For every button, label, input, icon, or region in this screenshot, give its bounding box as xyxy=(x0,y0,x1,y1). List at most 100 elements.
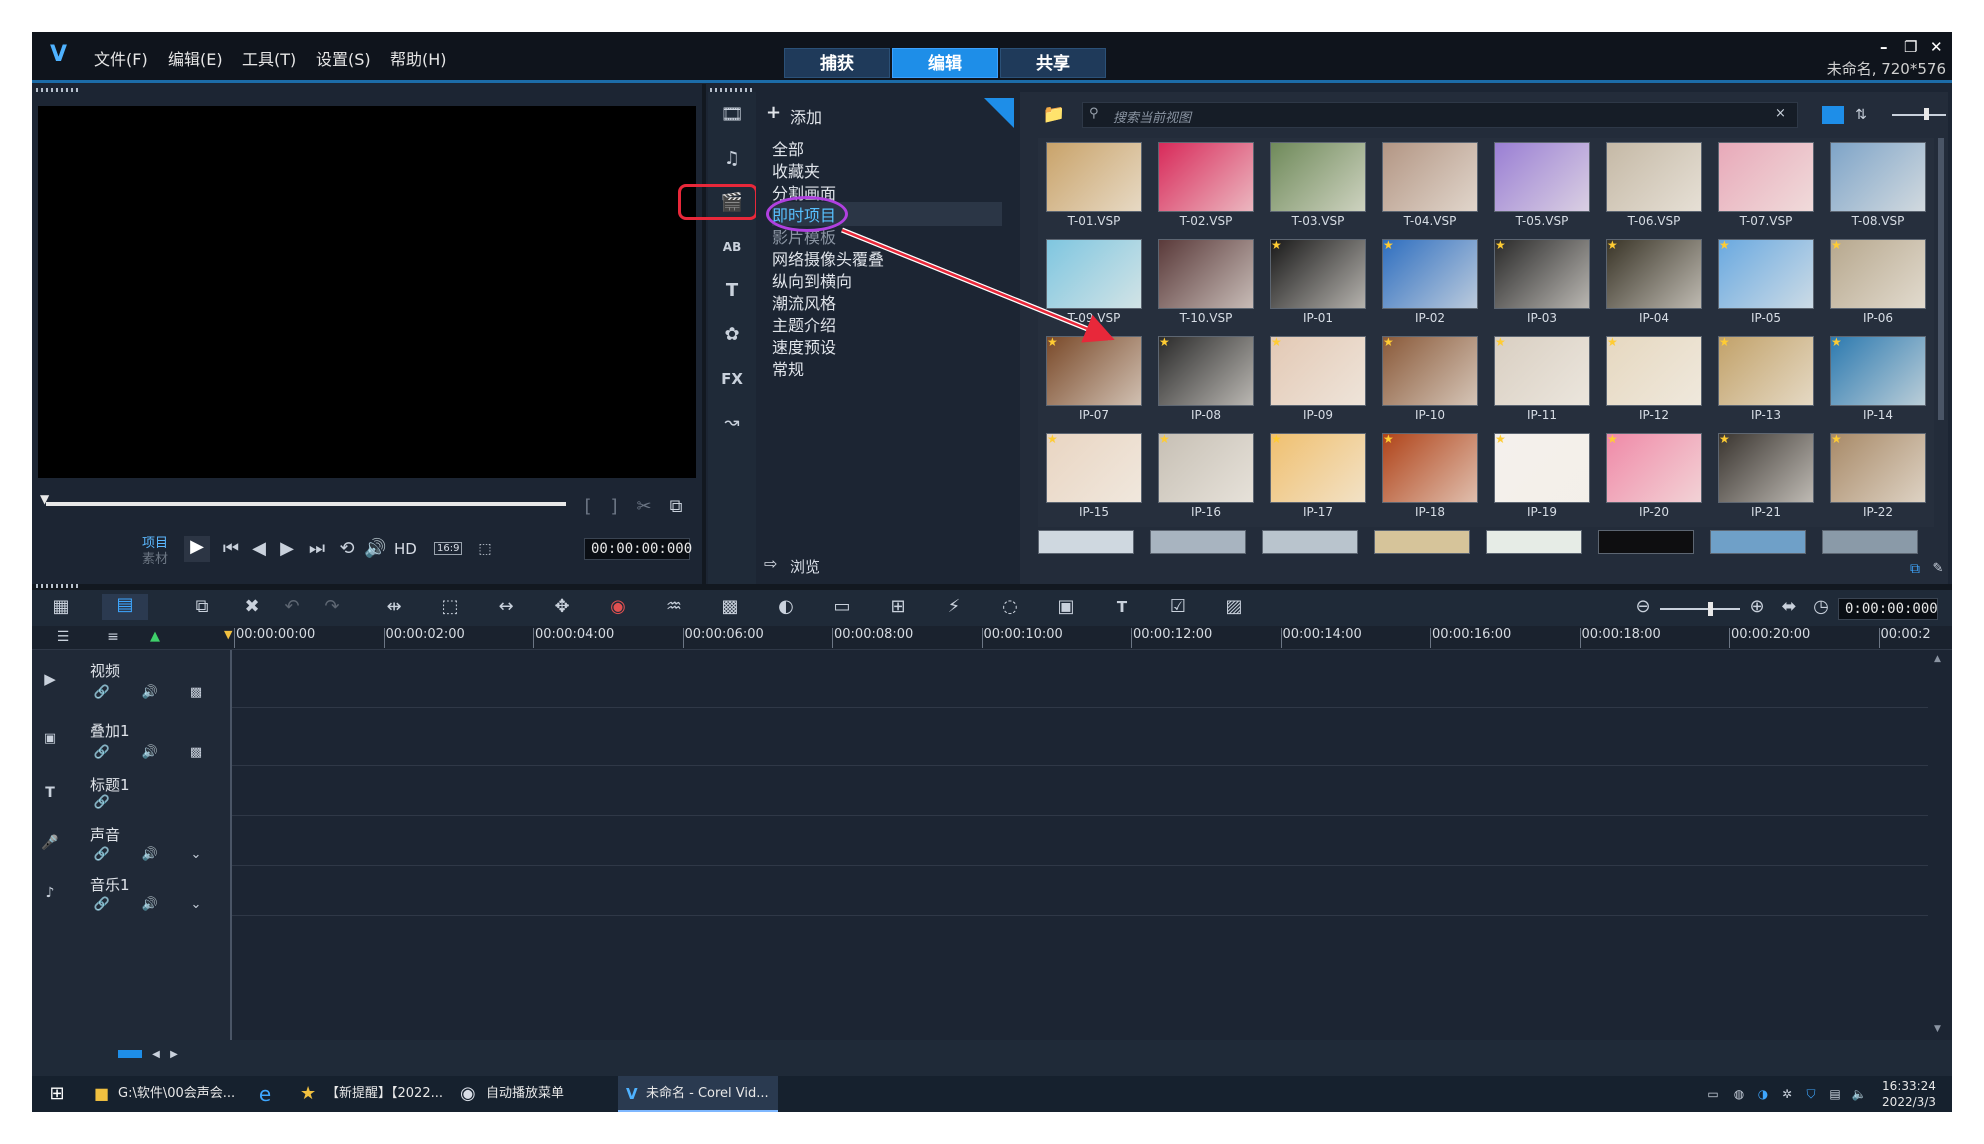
ripple-edit-icon[interactable]: ≡ xyxy=(102,626,124,648)
start-icon[interactable]: ⊞ xyxy=(46,1083,68,1105)
batch-icon[interactable]: ☑ xyxy=(1164,596,1192,618)
template-thumbnail[interactable]: ★ IP-04 xyxy=(1598,235,1710,333)
screen-capture-icon[interactable]: ▣ xyxy=(1052,596,1080,618)
thumb-size-slider[interactable] xyxy=(1892,114,1946,116)
add-track-icon[interactable]: ▲ xyxy=(144,626,166,648)
tab-share[interactable]: 共享 xyxy=(1000,48,1106,78)
go-start-icon[interactable]: ⏮ xyxy=(220,538,242,560)
path-icon[interactable]: ↝ xyxy=(720,412,744,434)
track-volume-icon[interactable]: 🔊 xyxy=(140,682,160,704)
template-thumbnail[interactable]: ★ IP-22 xyxy=(1822,429,1934,527)
browse-label[interactable]: 浏览 xyxy=(790,556,820,577)
template-thumbnail[interactable]: T-07.VSP xyxy=(1710,138,1822,236)
category-item[interactable]: 潮流风格 xyxy=(772,290,836,314)
network-icon[interactable]: ▤ xyxy=(1826,1083,1844,1105)
search-input[interactable]: 搜索当前视图 xyxy=(1113,107,1191,126)
thumbnail-partial[interactable] xyxy=(1598,530,1694,554)
template-thumbnail[interactable]: ★ IP-03 xyxy=(1486,235,1598,333)
template-thumbnail[interactable]: ★ IP-08 xyxy=(1150,332,1262,430)
graphics-icon[interactable]: ✿ xyxy=(720,324,744,346)
volume-icon[interactable]: 🔊 xyxy=(364,538,386,560)
template-thumbnail[interactable]: ★ IP-05 xyxy=(1710,235,1822,333)
split-clip-icon[interactable]: ✂ xyxy=(634,496,654,518)
scroll-left-icon[interactable]: ◀ xyxy=(148,1044,164,1066)
chevron-down-icon[interactable]: ⌄ xyxy=(186,894,206,916)
thumbnail-partial[interactable] xyxy=(1486,530,1582,554)
undo-icon[interactable]: ↶ xyxy=(280,596,304,618)
track-mute-icon[interactable]: ▩ xyxy=(186,742,206,764)
link-icon[interactable]: 🔗 xyxy=(92,792,112,814)
menu-help[interactable]: 帮助(H) xyxy=(390,46,447,70)
category-item[interactable]: 主题介绍 xyxy=(772,312,836,336)
sort-icon[interactable]: ⇅ xyxy=(1850,104,1872,126)
template-thumbnail[interactable]: T-01.VSP xyxy=(1038,138,1150,236)
painting-creator-icon[interactable]: ▨ xyxy=(1220,596,1248,618)
audio-icon[interactable]: ♫ xyxy=(720,148,744,170)
search-box[interactable]: ⚲ 搜索当前视图 × xyxy=(1082,102,1798,128)
panel-splitter[interactable] xyxy=(702,84,706,584)
template-thumbnail[interactable]: ★ IP-17 xyxy=(1262,429,1374,527)
template-thumbnail[interactable]: ★ IP-11 xyxy=(1486,332,1598,430)
template-thumbnail[interactable]: ★ IP-09 xyxy=(1262,332,1374,430)
playhead-icon[interactable]: ▼ xyxy=(224,628,234,641)
zoom-slider-handle[interactable] xyxy=(1708,602,1713,616)
clear-search-icon[interactable]: × xyxy=(1775,106,1786,121)
minimize-icon[interactable]: – xyxy=(1880,38,1888,56)
record-icon[interactable]: ◉ xyxy=(604,596,632,618)
thumbnail-partial[interactable] xyxy=(1262,530,1358,554)
tray-icon[interactable]: ▭ xyxy=(1704,1083,1722,1105)
link-icon[interactable]: 🔗 xyxy=(92,894,112,916)
category-item[interactable]: 纵向到横向 xyxy=(772,268,852,292)
scrub-bar[interactable] xyxy=(46,502,566,506)
link-icon[interactable]: 🔗 xyxy=(92,742,112,764)
media-icon[interactable]: 🎞 xyxy=(720,104,744,126)
prev-frame-icon[interactable]: ◀ xyxy=(248,538,270,560)
category-item[interactable]: 网络摄像头覆叠 xyxy=(772,246,884,270)
storyboard-view-icon[interactable]: ▦ xyxy=(48,596,74,618)
track-list-icon[interactable]: ☰ xyxy=(52,626,74,648)
thumb-size-handle[interactable] xyxy=(1924,108,1929,120)
thumbnail-scrollbar[interactable] xyxy=(1938,138,1944,420)
template-thumbnail[interactable]: ★ IP-02 xyxy=(1374,235,1486,333)
zoom-slider[interactable] xyxy=(1660,608,1740,610)
next-frame-icon[interactable]: ▶ xyxy=(276,538,298,560)
aspect-ratio-button[interactable]: 16:9 xyxy=(434,542,463,555)
template-thumbnail[interactable]: T-04.VSP xyxy=(1374,138,1486,236)
repeat-icon[interactable]: ⟲ xyxy=(336,538,358,560)
scroll-up-icon[interactable]: ▲ xyxy=(1934,654,1941,664)
clock-icon[interactable]: ◷ xyxy=(1810,596,1832,618)
clock-time[interactable]: 16:33:24 xyxy=(1880,1079,1938,1093)
library-options-icon[interactable]: ✎ xyxy=(1928,558,1948,580)
shield-icon[interactable]: ⛉ xyxy=(1802,1083,1820,1105)
add-category-label[interactable]: 添加 xyxy=(790,104,822,128)
fit-project-icon[interactable]: ⇹ xyxy=(380,596,408,618)
menu-edit[interactable]: 编辑(E) xyxy=(168,46,223,70)
timeline-view-icon[interactable]: ▤ xyxy=(102,594,148,620)
clip-mode-label[interactable]: 素材 xyxy=(142,548,168,567)
scrub-handle-icon[interactable]: ▼ xyxy=(40,492,52,506)
menu-settings[interactable]: 设置(S) xyxy=(316,46,371,70)
menu-file[interactable]: 文件(F) xyxy=(94,46,148,70)
tray-icon[interactable]: ◍ xyxy=(1730,1083,1748,1105)
subtitle-icon[interactable]: ▭ xyxy=(828,596,856,618)
track-row-voice[interactable] xyxy=(232,816,1928,866)
timeline-grip[interactable] xyxy=(36,584,78,588)
template-thumbnail[interactable]: T-05.VSP xyxy=(1486,138,1598,236)
tab-edit[interactable]: 编辑 xyxy=(892,48,998,78)
panel-grip[interactable] xyxy=(36,88,78,92)
folder-icon[interactable]: 📁 xyxy=(1042,104,1066,126)
hd-preview-toggle[interactable]: HD xyxy=(394,540,417,558)
taskbar-item-videostudio[interactable]: V 未命名 - Corel Vid... xyxy=(618,1076,778,1112)
chevron-down-icon[interactable]: ⌄ xyxy=(186,844,206,866)
pan-zoom-icon[interactable]: ✥ xyxy=(548,596,576,618)
browse-icon[interactable]: ⇨ xyxy=(764,554,777,573)
mark-in-icon[interactable]: [ xyxy=(580,496,596,518)
library-panel-icon[interactable]: ⧉ xyxy=(1904,558,1926,580)
timeline-scrollbar[interactable]: ▲ ▼ xyxy=(1930,650,1948,1040)
scroll-down-icon[interactable]: ▼ xyxy=(1934,1024,1941,1034)
link-icon[interactable]: 🔗 xyxy=(92,682,112,704)
template-thumbnail[interactable]: ★ IP-13 xyxy=(1710,332,1822,430)
thumbnail-partial[interactable] xyxy=(1038,530,1134,554)
timeline-scroll-thumb[interactable] xyxy=(118,1050,142,1058)
enlarge-preview-icon[interactable]: ⧉ xyxy=(666,496,686,518)
